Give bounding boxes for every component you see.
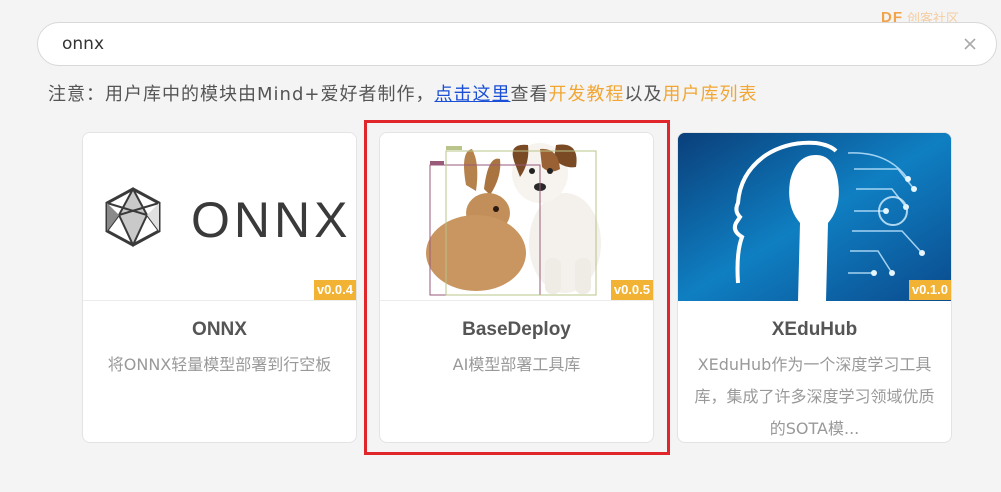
card-image: v0.1.0 (678, 133, 951, 301)
card-description: XEduHub作为一个深度学习工具库，集成了许多深度学习领域优质的SOTA模..… (694, 355, 935, 438)
card-title: XEduHub (771, 319, 858, 340)
card-title: ONNX (192, 319, 247, 340)
library-card-onnx[interactable]: ONNX v0.0.4 ONNX 将ONNX轻量模型部署到行空板 (82, 132, 357, 443)
search-bar[interactable] (37, 22, 997, 66)
card-title: BaseDeploy (462, 319, 571, 340)
notice: 注意：用户库中的模块由Mind+爱好者制作，点击这里查看开发教程以及用户库列表 (48, 80, 757, 106)
card-description: 将ONNX轻量模型部署到行空板 (107, 355, 332, 374)
card-description: AI模型部署工具库 (452, 355, 581, 374)
user-library-list-link[interactable]: 用户库列表 (662, 84, 757, 105)
notice-prefix: 注意：用户库中的模块由Mind+爱好者制作， (48, 84, 435, 105)
ai-head-image (678, 133, 951, 301)
click-here-link[interactable]: 点击这里 (434, 84, 510, 105)
library-card-xeduhub[interactable]: v0.1.0 XEduHub XEduHub作为一个深度学习工具库，集成了许多深… (677, 132, 952, 443)
notice-middle: 查看 (510, 84, 549, 105)
card-image: ONNX v0.0.4 (83, 133, 356, 301)
library-card-basedeploy[interactable]: v0.0.5 BaseDeploy AI模型部署工具库 (379, 132, 654, 443)
rabbit-dog-detection-image (426, 143, 601, 296)
notice-and: 以及 (624, 84, 663, 105)
version-badge: v0.0.5 (610, 280, 653, 300)
card-image: v0.0.5 (380, 133, 653, 301)
version-badge: v0.0.4 (313, 280, 356, 300)
tutorial-link[interactable]: 开发教程 (548, 84, 624, 105)
onnx-logo-icon (105, 186, 161, 248)
onnx-logo-text: ONNX (191, 192, 352, 248)
clear-icon[interactable] (962, 36, 978, 52)
version-badge: v0.1.0 (908, 280, 951, 300)
search-input[interactable] (62, 23, 942, 65)
